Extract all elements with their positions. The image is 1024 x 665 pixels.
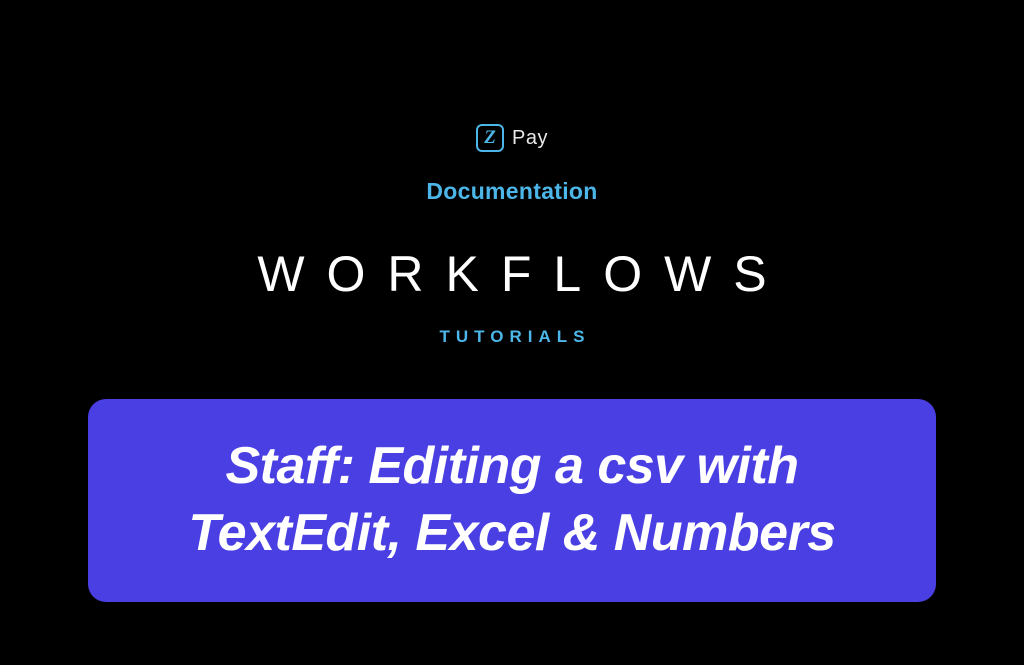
title-line-1: Staff: Editing a csv with xyxy=(225,433,798,500)
z-logo-letter: Z xyxy=(484,128,496,147)
slide: Z Pay Documentation WORKFLOWS TUTORIALS … xyxy=(0,0,1024,665)
workflows-title: WORKFLOWS xyxy=(235,245,788,303)
title-line-2: TextEdit, Excel & Numbers xyxy=(188,500,835,567)
tutorials-label: TUTORIALS xyxy=(434,327,591,347)
title-banner: Staff: Editing a csv with TextEdit, Exce… xyxy=(88,399,936,602)
brand-logo: Z Pay xyxy=(476,124,548,152)
z-logo-icon: Z xyxy=(476,124,504,152)
brand-name: Pay xyxy=(512,127,548,150)
documentation-label: Documentation xyxy=(426,178,597,205)
